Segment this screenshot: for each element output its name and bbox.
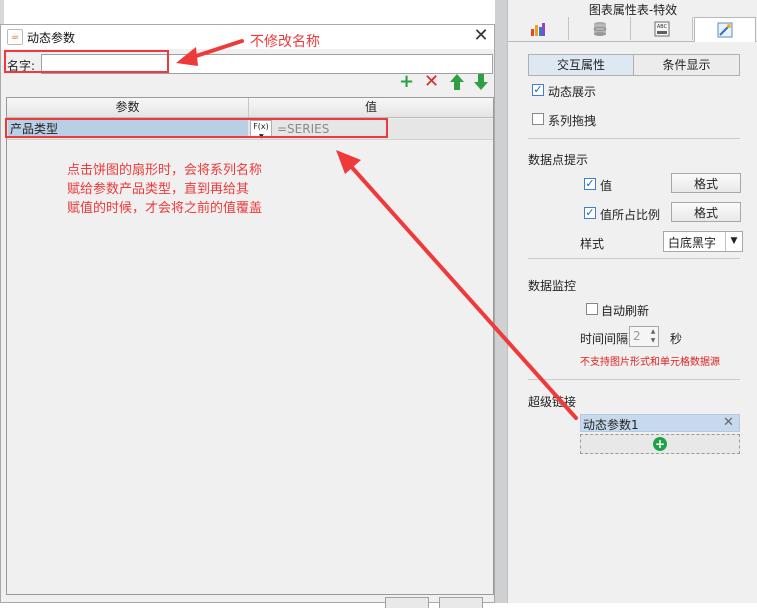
arrow-to-row — [346, 161, 578, 420]
annotation-arrows — [176, 39, 578, 420]
arrow-head — [176, 47, 198, 66]
arrow-to-name-field — [188, 39, 244, 60]
